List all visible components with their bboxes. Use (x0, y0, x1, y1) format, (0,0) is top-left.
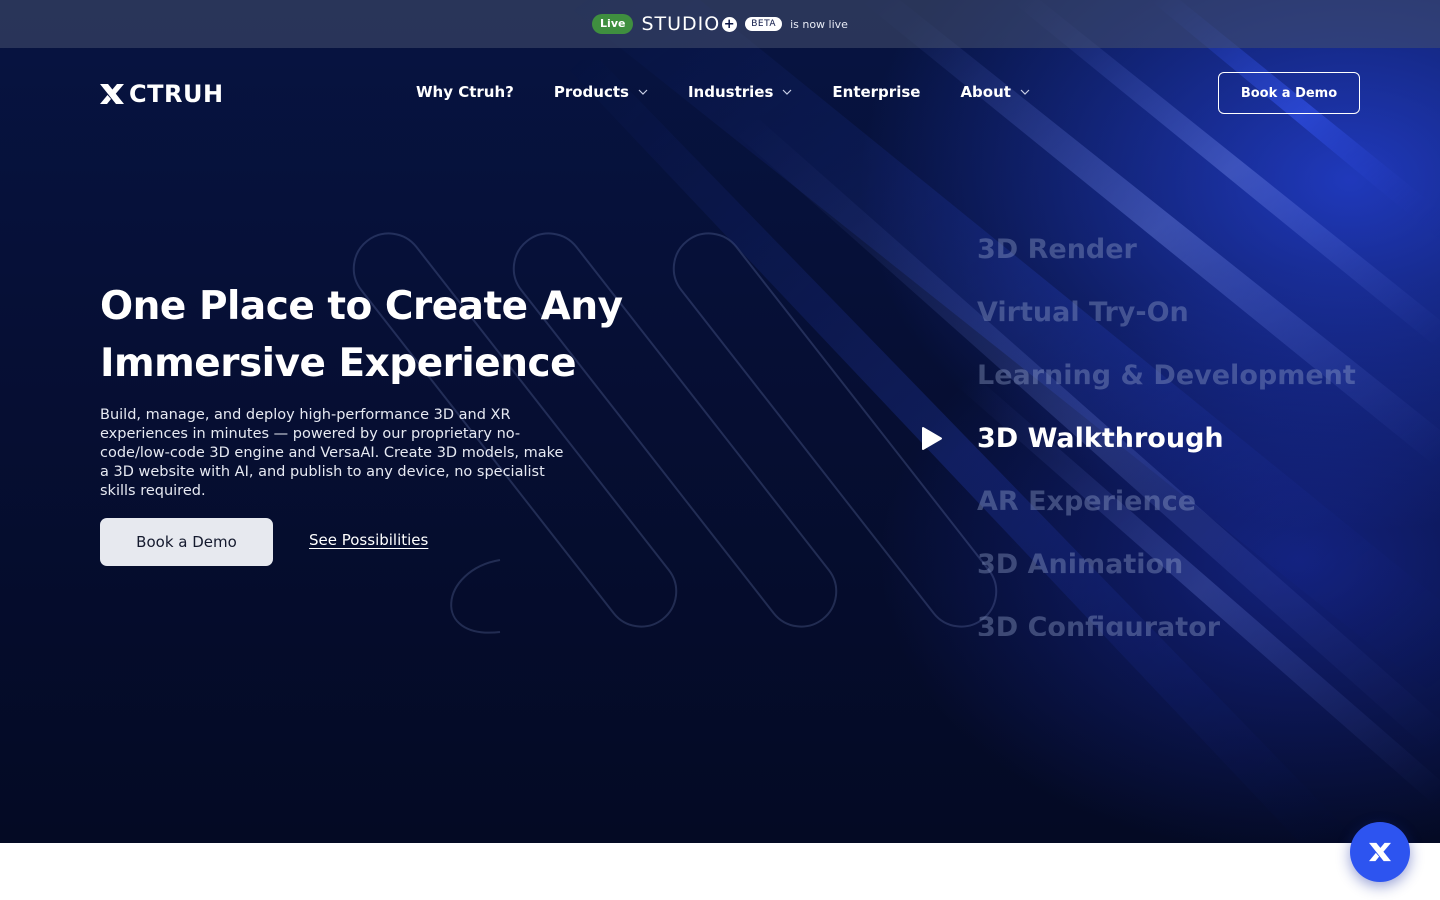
hero-headline: One Place to Create Any Immersive Experi… (100, 278, 660, 392)
main-nav: Why Ctruh? Products Industries Enterpris… (416, 80, 1070, 104)
live-badge: Live (592, 14, 634, 34)
feature-item-learning-development[interactable]: Learning & Development (977, 344, 1397, 407)
headline-line-1: One Place to Create Any (100, 284, 623, 329)
feature-item-3d-walkthrough[interactable]: 3D Walkthrough (977, 407, 1397, 470)
nav-industries[interactable]: Industries (688, 83, 792, 101)
nav-about[interactable]: About (960, 83, 1030, 101)
headline-line-2: Immersive Experience (100, 341, 577, 386)
nav-label: Industries (687, 83, 774, 101)
hero-description: Build, manage, and deploy high-performan… (100, 407, 564, 499)
announcement-text: is now live (790, 17, 848, 31)
nav-label: Why Ctruh? (416, 83, 514, 101)
feature-item-3d-configurator[interactable]: 3D Configurator (977, 596, 1397, 636)
hero-section: Live STUDIO + BETA is now live CTRUH Why… (0, 0, 1440, 843)
chevron-down-icon (638, 89, 648, 95)
nav-label: About (960, 83, 1011, 101)
nav-why-ctruh[interactable]: Why Ctruh? (416, 83, 514, 101)
see-possibilities-link[interactable]: See Possibilities (309, 531, 428, 549)
play-icon[interactable] (921, 426, 943, 451)
nav-label: Enterprise (832, 83, 921, 101)
feature-item-3d-render[interactable]: 3D Render (977, 218, 1397, 281)
chat-launcher-icon (1369, 842, 1391, 862)
chat-launcher-button[interactable] (1350, 822, 1410, 882)
feature-item-ar-experience[interactable]: AR Experience (977, 470, 1397, 533)
feature-item-3d-animation[interactable]: 3D Animation (977, 533, 1397, 596)
studio-name: STUDIO (641, 13, 721, 35)
ctruh-logo-icon (100, 84, 124, 104)
beta-badge: BETA (745, 17, 783, 31)
plus-icon: + (722, 16, 738, 32)
chevron-down-icon (782, 89, 792, 95)
announcement-bar[interactable]: Live STUDIO + BETA is now live (0, 0, 1440, 48)
nav-label: Products (553, 83, 629, 101)
nav-enterprise[interactable]: Enterprise (832, 83, 920, 101)
feature-carousel: 3D Render Virtual Try-On Learning & Deve… (977, 218, 1397, 636)
brand-logo[interactable]: CTRUH (99, 80, 224, 108)
brand-name: CTRUH (129, 80, 224, 108)
studio-wordmark: STUDIO + (641, 13, 738, 35)
feature-item-virtual-try-on[interactable]: Virtual Try-On (977, 281, 1397, 344)
book-demo-button[interactable]: Book a Demo (100, 518, 273, 566)
book-demo-nav-button[interactable]: Book a Demo (1218, 72, 1360, 114)
nav-products[interactable]: Products (554, 83, 648, 101)
chevron-down-icon (1020, 89, 1030, 95)
